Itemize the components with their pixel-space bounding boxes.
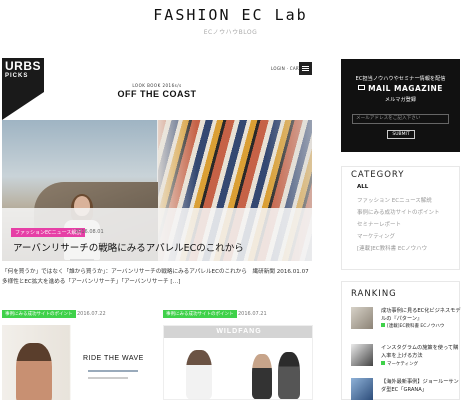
lookbook-label: LOOK BOOK 2016s/s <box>132 83 182 88</box>
article-card[interactable]: 事例にみる成功サイトのポイント 2016.07.21 WILDFANG <box>163 309 313 400</box>
ranking-item[interactable]: 成功事例に見るEC化ビジネスモデルの『パターン』 [連載]EC教科書 ECノウハ… <box>351 307 461 337</box>
ranking-item[interactable]: インスタグラムの施策を使って購入率を上げる方法 マーケティング <box>351 344 459 374</box>
thumbnail-text: WILDFANG <box>164 326 312 338</box>
ranking-thumbnail[interactable] <box>351 378 373 400</box>
article-title[interactable]: アーバンリサーチの戦略にみるアパレルECのこれから <box>13 240 244 254</box>
article-card[interactable]: 事例にみる成功サイトのポイント 2016.07.22 RIDE THE WAVE <box>2 309 152 400</box>
hero-nav-text: LOGIN · CART <box>271 66 302 71</box>
ranking-title[interactable]: インスタグラムの施策を使って購入率を上げる方法 <box>381 344 461 360</box>
mail-icon <box>358 85 366 90</box>
hamburger-menu-icon <box>299 62 312 75</box>
article-excerpt: 「何を買うか」ではなく「誰から買うか」：アーバンリサーチの戦略にみるアパレルEC… <box>2 269 315 285</box>
site-tagline: ECノウハウBLOG <box>203 29 258 36</box>
article-thumbnail[interactable]: WILDFANG <box>163 325 313 400</box>
ranking-thumbnail[interactable] <box>351 344 373 366</box>
category-item[interactable]: マーケティング <box>357 232 440 244</box>
category-item-all[interactable]: ALL <box>357 184 440 196</box>
post-date: 2016.07.22 <box>77 311 106 317</box>
newsletter-intro: EC担当ノウハウやセミナー情報を配信 <box>355 76 446 82</box>
category-badge[interactable]: 事例にみる成功サイトのポイント <box>163 310 237 318</box>
email-field[interactable]: メールアドレスをご記入下さい <box>352 114 449 124</box>
newsletter-subtitle: メルマガ登録 <box>384 97 417 103</box>
category-item[interactable]: ファッション ECニュース解説 <box>357 196 440 208</box>
ranking-category[interactable]: マーケティング <box>381 361 418 367</box>
ranking-title[interactable]: 【海外最新事例】ジョールーサンダ型EC「GRANA」 <box>381 378 461 394</box>
post-date: 2016.08.01 <box>75 229 104 235</box>
site-title[interactable]: FASHION EC Lab <box>0 6 461 24</box>
hero-headline: OFF THE COAST <box>117 89 197 99</box>
featured-article[interactable]: URBS PICKS LOGIN · CART LOOK BOOK 2016s/s… <box>2 58 312 261</box>
thumbnail-text: RIDE THE WAVE <box>83 355 144 362</box>
ranking-title[interactable]: 成功事例に見るEC化ビジネスモデルの『パターン』 <box>381 307 461 323</box>
category-item[interactable]: [連載]EC教科書 ECノウハウ <box>357 244 440 256</box>
category-list: ALL ファッション ECニュース解説 事例にみる成功サイトのポイント セミナー… <box>357 184 440 256</box>
ranking-item[interactable]: 【海外最新事例】ジョールーサンダ型EC「GRANA」 <box>351 378 459 400</box>
category-item[interactable]: 事例にみる成功サイトのポイント <box>357 208 440 220</box>
category-item[interactable]: セミナーレポート <box>357 220 440 232</box>
submit-button[interactable]: SUBMIT <box>387 130 415 139</box>
ranking-thumbnail[interactable] <box>351 307 373 329</box>
category-badge[interactable]: 事例にみる成功サイトのポイント <box>2 310 76 318</box>
newsletter-box: EC担当ノウハウやセミナー情報を配信 MAIL MAGAZINE メルマガ登録 … <box>341 59 460 152</box>
newsletter-title: MAIL MAGAZINE <box>341 84 460 93</box>
article-thumbnail[interactable]: RIDE THE WAVE <box>2 325 152 400</box>
ranking-category[interactable]: [連載]EC教科書 ECノウハウ <box>381 323 444 329</box>
post-date: 2016.07.21 <box>238 311 267 317</box>
